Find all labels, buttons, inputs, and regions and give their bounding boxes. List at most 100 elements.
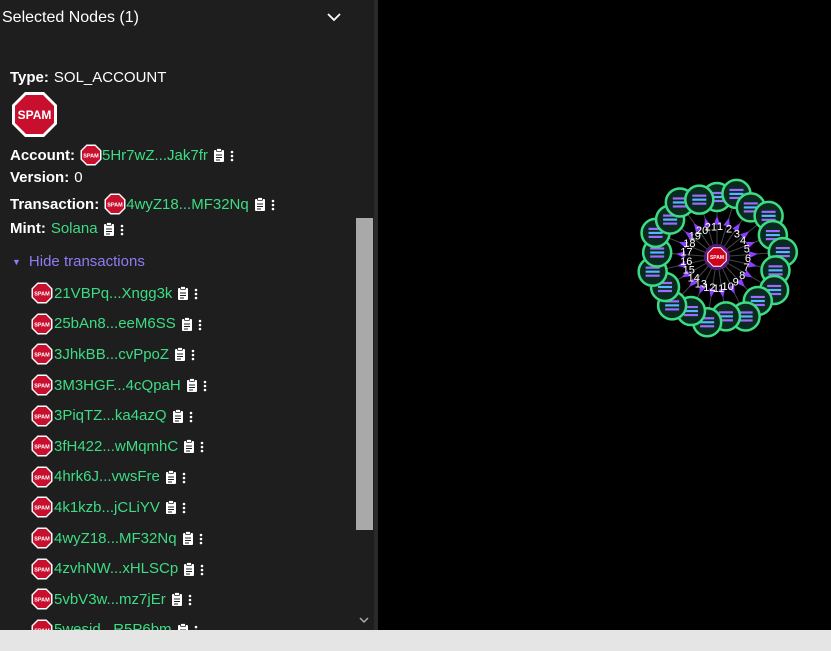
type-label: Type: xyxy=(10,69,49,86)
svg-text:SPAM: SPAM xyxy=(34,598,50,604)
hide-transactions-label: Hide transactions xyxy=(28,253,145,270)
svg-text:SPAM: SPAM xyxy=(34,384,50,390)
transaction-list-item[interactable]: SPAM 4hrk6J...vwsFre xyxy=(31,462,207,493)
more-vertical-icon[interactable] xyxy=(198,318,202,331)
mint-label: Mint: xyxy=(10,220,46,237)
more-vertical-icon[interactable] xyxy=(200,440,204,453)
stop-sign-icon: SPAM xyxy=(31,619,53,630)
chevron-down-icon[interactable] xyxy=(325,8,343,26)
more-vertical-icon[interactable] xyxy=(189,410,193,422)
clipboard-icon[interactable] xyxy=(186,378,198,393)
transaction-list-item[interactable]: SPAM 4zvhNW...xHLSCp xyxy=(31,553,207,584)
transaction-link[interactable]: 3fH422...wMqmhC xyxy=(54,438,178,455)
clipboard-icon[interactable] xyxy=(177,286,189,301)
transaction-link[interactable]: 4k1kzb...jCLiYV xyxy=(54,499,160,516)
transaction-link[interactable]: 5wesjd...R5P6bm xyxy=(54,621,172,630)
triangle-down-icon: ▼ xyxy=(12,256,21,267)
account-label: Account: xyxy=(10,146,75,164)
transaction-list-item[interactable]: SPAM 3fH422...wMqmhC xyxy=(31,431,207,462)
transaction-link[interactable]: 3JhkBB...cvPpoZ xyxy=(54,346,169,363)
clipboard-icon[interactable] xyxy=(213,148,225,162)
transaction-link[interactable]: 3M3HGF...4cQpaH xyxy=(54,377,181,394)
graph-svg[interactable]: 1 2 3456789101112131415161718192021SPAM xyxy=(378,0,831,630)
clipboard-icon[interactable] xyxy=(165,469,177,484)
more-vertical-icon[interactable] xyxy=(188,593,192,606)
svg-text:SPAM: SPAM xyxy=(34,353,50,359)
version-value: 0 xyxy=(74,169,83,186)
transaction-list-item[interactable]: SPAM5wesjd...R5P6bm xyxy=(31,615,207,630)
clipboard-icon[interactable] xyxy=(183,439,195,454)
more-vertical-icon[interactable] xyxy=(230,149,234,162)
mint-link[interactable]: Solana xyxy=(51,220,98,237)
svg-text:SPAM: SPAM xyxy=(34,414,50,420)
mint-row: Mint: Solana xyxy=(10,220,124,237)
transaction-list-item[interactable]: SPAM 5vbV3w...mz7jEr xyxy=(31,584,207,615)
account-link[interactable]: 5Hr7wZ...Jak7fr xyxy=(102,147,208,164)
graph-canvas[interactable]: 1 2 3 4 5 6 7 8 9 10 11 12 13 14 15 16 17 18 19 20 21 SPAM xyxy=(378,0,831,630)
svg-text:SPAM: SPAM xyxy=(34,475,50,481)
clipboard-icon[interactable] xyxy=(103,221,115,236)
clipboard-icon[interactable] xyxy=(183,561,195,576)
transaction-list-item[interactable]: SPAM 3JhkBB...cvPpoZ xyxy=(31,339,207,370)
transaction-list-item[interactable]: SPAM 3M3HGF...4cQpaH xyxy=(31,370,207,401)
clipboard-icon[interactable] xyxy=(171,592,183,607)
svg-text:SPAM: SPAM xyxy=(34,445,50,451)
stop-sign-icon: SPAM xyxy=(31,282,53,304)
more-vertical-icon[interactable] xyxy=(194,287,198,300)
more-vertical-icon[interactable] xyxy=(120,223,124,235)
spam-badge-text: SPAM xyxy=(18,108,52,122)
graph-node-number: 21 xyxy=(705,222,717,234)
svg-text:SPAM: SPAM xyxy=(107,203,123,209)
transaction-link[interactable]: 4hrk6J...vwsFre xyxy=(54,468,160,485)
transaction-link[interactable]: 25bAn8...eeM6SS xyxy=(54,315,176,332)
transaction-list-item[interactable]: SPAM 3PiqTZ...ka4azQ xyxy=(31,400,207,431)
transaction-link[interactable]: 5vbV3w...mz7jEr xyxy=(54,591,166,608)
clipboard-icon[interactable] xyxy=(165,500,177,515)
stop-sign-icon: SPAM xyxy=(31,496,53,518)
clipboard-icon[interactable] xyxy=(254,197,266,211)
transaction-list-item[interactable]: SPAM 4wyZ18...MF32Nq xyxy=(31,523,207,554)
more-vertical-icon[interactable] xyxy=(203,379,207,392)
transaction-link[interactable]: 4wyZ18...MF32Nq xyxy=(54,530,177,547)
scroll-down-arrow-icon[interactable] xyxy=(358,614,370,626)
selected-nodes-panel: Selected Nodes (1) Type: SOL_ACCOUNT SPA… xyxy=(0,0,374,630)
graph-node-number: 8 xyxy=(739,270,745,282)
clipboard-icon[interactable] xyxy=(182,531,194,546)
panel-title: Selected Nodes (1) xyxy=(2,9,139,26)
bottom-bar xyxy=(0,630,831,651)
scrollbar-thumb[interactable] xyxy=(356,218,373,530)
version-label: Version: xyxy=(10,169,70,186)
version-row: Version: 0 xyxy=(10,169,83,186)
more-vertical-icon[interactable] xyxy=(182,471,186,484)
clipboard-icon[interactable] xyxy=(177,622,189,630)
stop-sign-icon: SPAM xyxy=(12,92,57,137)
hide-transactions-toggle[interactable]: ▼ Hide transactions xyxy=(12,253,145,270)
graph-node-number: 2 xyxy=(726,223,732,235)
transaction-list-item[interactable]: SPAM 21VBPq...Xngg3k xyxy=(31,278,207,309)
transaction-list-item[interactable]: SPAM 25bAn8...eeM6SS xyxy=(31,309,207,340)
transaction-row: Transaction: SPAM 4wyZ18...MF32Nq xyxy=(10,193,275,215)
more-vertical-icon[interactable] xyxy=(191,348,195,361)
stop-sign-icon: SPAM xyxy=(80,144,102,166)
transaction-link[interactable]: 21VBPq...Xngg3k xyxy=(54,285,172,302)
clipboard-icon[interactable] xyxy=(172,408,184,423)
more-vertical-icon[interactable] xyxy=(271,198,275,211)
transaction-list-item[interactable]: SPAM 4k1kzb...jCLiYV xyxy=(31,492,207,523)
svg-text:SPAM: SPAM xyxy=(83,154,99,160)
graph-center-label: SPAM xyxy=(710,255,724,261)
svg-text:SPAM: SPAM xyxy=(34,292,50,298)
transaction-link[interactable]: 3PiqTZ...ka4azQ xyxy=(54,407,167,424)
transaction-link[interactable]: 4zvhNW...xHLSCp xyxy=(54,560,178,577)
stop-sign-icon: SPAM xyxy=(31,466,53,488)
svg-text:SPAM: SPAM xyxy=(34,322,50,328)
svg-text:SPAM: SPAM xyxy=(34,537,50,543)
more-vertical-icon[interactable] xyxy=(200,563,204,575)
stop-sign-icon: SPAM xyxy=(31,435,53,457)
more-vertical-icon[interactable] xyxy=(182,501,186,514)
panel-header[interactable]: Selected Nodes (1) xyxy=(0,0,374,36)
stop-sign-icon: SPAM xyxy=(31,343,53,365)
clipboard-icon[interactable] xyxy=(174,347,186,362)
more-vertical-icon[interactable] xyxy=(199,532,203,545)
clipboard-icon[interactable] xyxy=(181,316,193,331)
transaction-link[interactable]: 4wyZ18...MF32Nq xyxy=(126,196,249,213)
